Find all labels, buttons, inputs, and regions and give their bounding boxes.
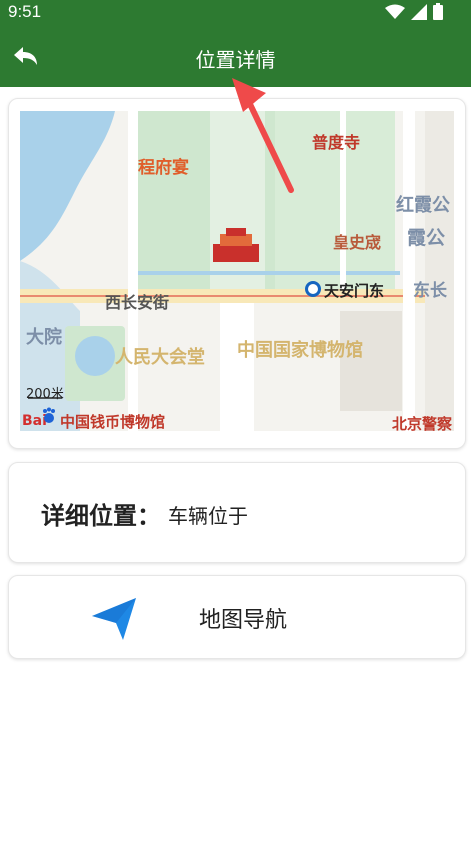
map-label-da-yuan: 大院 [26, 327, 62, 348]
location-value: 车辆位于 [168, 504, 248, 528]
map-label-dong-chang: 东长 [413, 281, 447, 301]
app-bar: 9:51 位置详情 [0, 0, 471, 87]
map-label-coin-museum: 中国钱币博物馆 [60, 413, 166, 431]
map-label-hongxia: 红霞公 [396, 195, 450, 216]
map-view[interactable]: 普度寺 程府宴 红霞公 霞公 皇史宬 西长安街 天安门东 东长 大院 人民大会堂… [20, 111, 454, 431]
map-label-national-museum: 中国国家博物馆 [237, 340, 363, 361]
map-label-chengfu-yan: 程府宴 [138, 158, 189, 178]
status-time: 9:51 [8, 2, 42, 21]
signal-icon [411, 3, 427, 20]
location-card: 详细位置： 车辆位于 [8, 462, 466, 563]
map-label-tiananmen-dong: 天安门东 [324, 282, 385, 300]
map-label-scale: 200米 [26, 387, 64, 402]
paw-logo-icon [43, 407, 55, 423]
map-label-xi-chang-an-jie: 西长安街 [105, 293, 170, 312]
map-label-huang-shi-cheng: 皇史宬 [333, 233, 382, 252]
wifi-icon [385, 4, 405, 19]
status-icons [385, 3, 443, 20]
map-navigation-button[interactable]: 地图导航 [8, 575, 466, 659]
page-title: 位置详情 [195, 48, 276, 72]
map-label-pudu-temple: 普度寺 [312, 133, 361, 152]
battery-icon [433, 3, 443, 20]
map-label-xia-gong: 霞公 [407, 227, 446, 249]
navigation-arrow-icon [92, 598, 136, 640]
map-label-people-hall: 人民大会堂 [115, 347, 205, 368]
location-label: 详细位置： [41, 502, 161, 530]
map-card: 普度寺 程府宴 红霞公 霞公 皇史宬 西长安街 天安门东 东长 大院 人民大会堂… [8, 98, 466, 449]
map-label-police-museum: 北京警察 [392, 415, 453, 431]
navigation-label: 地图导航 [199, 608, 288, 633]
map-base [20, 111, 454, 431]
